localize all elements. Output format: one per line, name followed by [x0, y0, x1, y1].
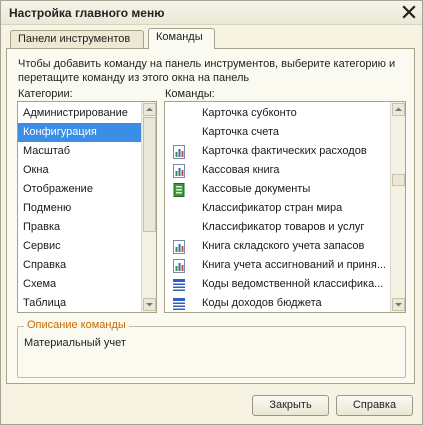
- category-item[interactable]: Справка: [18, 256, 142, 275]
- command-item[interactable]: Карточка фактических расходов: [167, 142, 391, 161]
- scroll-thumb[interactable]: [392, 174, 405, 186]
- commands-list[interactable]: Карточка субконто Карточка счета Карточк…: [164, 101, 406, 313]
- commands-scrollbar[interactable]: [390, 102, 405, 312]
- command-item[interactable]: Коды доходов бюджета: [167, 294, 391, 312]
- categories-label: Категории:: [18, 88, 73, 100]
- report-icon: [173, 240, 185, 254]
- command-label: Карточка фактических расходов: [202, 145, 367, 157]
- category-item[interactable]: Сервис: [18, 237, 142, 256]
- command-item[interactable]: Кассовая книга: [167, 161, 391, 180]
- category-item[interactable]: Окна: [18, 161, 142, 180]
- help-button[interactable]: Справка: [336, 395, 413, 416]
- categories-scrollbar[interactable]: [141, 102, 156, 312]
- command-label: Карточка счета: [202, 126, 280, 138]
- dialog-title: Настройка главного меню: [9, 6, 165, 20]
- report-icon: [173, 164, 185, 178]
- command-item[interactable]: Карточка субконто: [167, 104, 391, 123]
- arrow-up-icon: [146, 107, 153, 111]
- report-icon: [173, 259, 185, 273]
- category-item-selected[interactable]: Конфигурация: [18, 123, 142, 142]
- command-label: Коды ведомственной классифика...: [202, 278, 384, 290]
- code-list-icon: [173, 279, 185, 291]
- command-label: Классификатор товаров и услуг: [202, 221, 365, 233]
- instruction-text: Чтобы добавить команду на панель инструм…: [18, 58, 396, 84]
- scroll-down-button[interactable]: [143, 298, 156, 311]
- command-item[interactable]: Классификатор стран мира: [167, 199, 391, 218]
- scroll-up-button[interactable]: [392, 103, 405, 116]
- code-list-icon: [173, 298, 185, 310]
- command-description-text: Материальный учет: [24, 337, 126, 349]
- command-item[interactable]: Книга учета ассигнований и приня...: [167, 256, 391, 275]
- command-label: Книга учета ассигнований и приня...: [202, 259, 386, 271]
- close-button[interactable]: Закрыть: [252, 395, 329, 416]
- category-item[interactable]: Администрирование: [18, 104, 142, 123]
- tab-toolbars[interactable]: Панели инструментов: [10, 30, 144, 48]
- command-item[interactable]: Книга складского учета запасов: [167, 237, 391, 256]
- category-item[interactable]: Подменю: [18, 199, 142, 218]
- arrow-up-icon: [395, 107, 402, 111]
- scroll-up-button[interactable]: [143, 103, 156, 116]
- command-item[interactable]: Классификатор товаров и услуг: [167, 218, 391, 237]
- command-label: Классификатор стран мира: [202, 202, 343, 214]
- command-item[interactable]: Карточка счета: [167, 123, 391, 142]
- scroll-thumb[interactable]: [143, 117, 156, 232]
- title-bar[interactable]: Настройка главного меню: [1, 1, 422, 25]
- command-label: Кассовая книга: [202, 164, 280, 176]
- category-item[interactable]: Правка: [18, 218, 142, 237]
- arrow-down-icon: [146, 303, 153, 307]
- category-item[interactable]: Масштаб: [18, 142, 142, 161]
- command-label: Кассовые документы: [202, 183, 311, 195]
- category-item[interactable]: Таблица: [18, 294, 142, 312]
- report-icon: [173, 145, 185, 159]
- tab-commands[interactable]: Команды: [148, 28, 215, 49]
- command-label: Коды доходов бюджета: [202, 297, 322, 309]
- command-description-group: [17, 326, 406, 378]
- journal-icon: [173, 183, 185, 197]
- commands-label: Команды:: [165, 88, 215, 100]
- category-item[interactable]: Схема: [18, 275, 142, 294]
- command-item[interactable]: Коды ведомственной классифика...: [167, 275, 391, 294]
- close-icon[interactable]: [402, 5, 416, 19]
- command-label: Карточка субконто: [202, 107, 297, 119]
- scroll-down-button[interactable]: [392, 298, 405, 311]
- command-description-legend: Описание команды: [24, 319, 129, 331]
- command-item[interactable]: Кассовые документы: [167, 180, 391, 199]
- command-label: Книга складского учета запасов: [202, 240, 365, 252]
- category-item[interactable]: Отображение: [18, 180, 142, 199]
- categories-list[interactable]: Администрирование Конфигурация Масштаб О…: [17, 101, 157, 313]
- arrow-down-icon: [395, 303, 402, 307]
